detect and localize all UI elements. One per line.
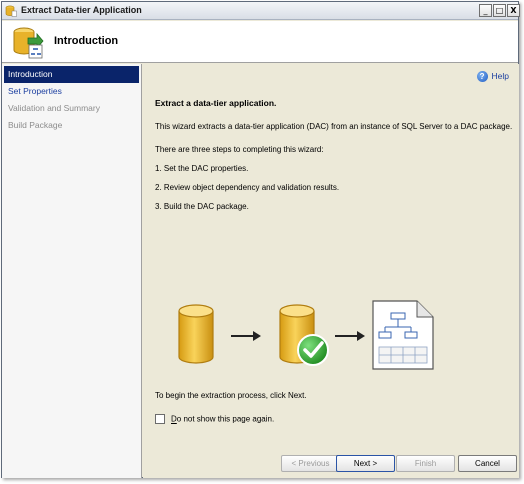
content-heading: Extract a data-tier application. [155, 98, 277, 108]
extraction-illustration [178, 300, 434, 370]
nav-item-validation-and-summary: Validation and Summary [8, 103, 100, 113]
help-link[interactable]: ? Help [476, 71, 509, 83]
database-icon [178, 304, 214, 364]
minimize-button[interactable]: _ [479, 4, 492, 17]
maximize-button[interactable]: □ [493, 4, 506, 17]
step-3-text: 3. Build the DAC package. [155, 202, 249, 211]
nav-item-build-package: Build Package [8, 120, 63, 130]
help-label: Help [491, 71, 509, 81]
content-panel: ? Help Extract a data-tier application. T… [143, 64, 519, 450]
arrow-right-icon [231, 331, 261, 341]
dont-show-again-checkbox[interactable] [155, 414, 165, 424]
database-export-icon [13, 27, 44, 59]
dont-show-again-label: Do not show this page again. [171, 415, 274, 424]
close-button[interactable]: X [507, 4, 520, 17]
page-header: Introduction [2, 21, 518, 63]
description-text: This wizard extracts a data-tier applica… [155, 122, 513, 131]
steps-intro-text: There are three steps to completing this… [155, 145, 324, 154]
app-database-icon [5, 5, 17, 17]
wizard-navigation: Introduction Set Properties Validation a… [2, 64, 142, 478]
previous-button[interactable]: < Previous [281, 455, 340, 472]
nav-item-set-properties[interactable]: Set Properties [2, 83, 141, 100]
button-bar: < Previous Next > Finish Cancel [143, 450, 519, 478]
step-2-text: 2. Review object dependency and validati… [155, 183, 340, 192]
window-title: Extract Data-tier Application [21, 5, 142, 15]
cancel-button[interactable]: Cancel [458, 455, 517, 472]
database-validated-icon [279, 304, 329, 366]
help-icon: ? [476, 71, 488, 83]
dont-show-again-option[interactable]: Do not show this page again. [155, 414, 274, 424]
begin-instructions-text: To begin the extraction process, click N… [155, 391, 307, 400]
arrow-right-icon [335, 331, 365, 341]
title-bar[interactable]: Extract Data-tier Application _ □ X [2, 2, 520, 20]
step-1-text: 1. Set the DAC properties. [155, 164, 249, 173]
page-title: Introduction [54, 35, 119, 47]
checkbox-label-rest: o not show this page again. [176, 414, 275, 424]
next-button[interactable]: Next > [336, 455, 395, 472]
wizard-window: Extract Data-tier Application _ □ X Intr… [1, 1, 520, 478]
nav-item-introduction[interactable]: Introduction [4, 66, 139, 83]
document-diagram-icon [372, 300, 434, 370]
finish-button[interactable]: Finish [396, 455, 455, 472]
